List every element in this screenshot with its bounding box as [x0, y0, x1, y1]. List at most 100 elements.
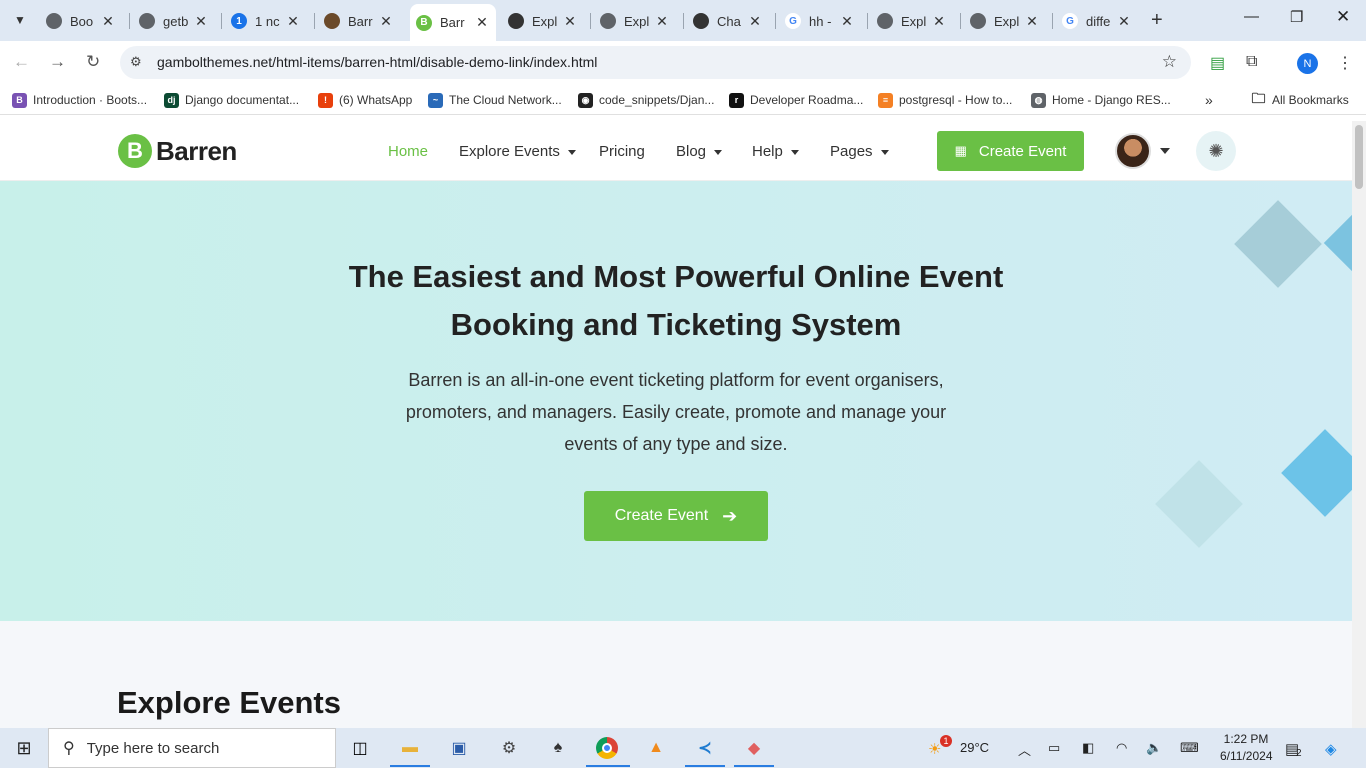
- settings-icon[interactable]: ⚙: [497, 736, 521, 760]
- menu-kebab-icon[interactable]: ⋮: [1337, 53, 1353, 73]
- nav-item-home[interactable]: Home: [388, 143, 428, 160]
- bookmark-star-icon[interactable]: ☆: [1162, 52, 1177, 72]
- tab[interactable]: Ghh - ✕: [779, 5, 861, 37]
- site-logo[interactable]: B Barren: [118, 134, 237, 168]
- weather-badge: 1: [940, 735, 952, 747]
- active-app-indicator: [685, 765, 725, 767]
- page-scrollbar[interactable]: [1352, 121, 1366, 728]
- nav-item-explore-events[interactable]: Explore Events: [459, 143, 576, 160]
- tab[interactable]: Expl ✕: [594, 5, 676, 37]
- tab[interactable]: Barr ✕: [318, 5, 400, 37]
- windows-start-icon[interactable]: ⊞: [12, 736, 36, 760]
- active-app-indicator: [734, 765, 774, 767]
- tab[interactable]: Gdiffe ✕: [1056, 5, 1138, 37]
- tab[interactable]: Boo ✕: [40, 5, 122, 37]
- close-tab-icon[interactable]: ✕: [839, 13, 855, 30]
- close-tab-icon[interactable]: ✕: [747, 13, 763, 30]
- logo-mark: B: [118, 134, 152, 168]
- close-tab-icon[interactable]: ✕: [562, 13, 578, 30]
- new-tab-button[interactable]: +: [1151, 9, 1163, 32]
- bookmark-item[interactable]: B Introduction · Boots...: [12, 91, 147, 109]
- minimize-button[interactable]: —: [1244, 8, 1259, 25]
- taskbar-search[interactable]: ⚲ Type here to search: [48, 728, 336, 768]
- back-button[interactable]: ←: [13, 52, 30, 72]
- reload-button[interactable]: ↻: [86, 52, 100, 72]
- battery-icon[interactable]: ▭: [1048, 740, 1060, 756]
- git-client-icon[interactable]: ◆: [742, 736, 766, 760]
- close-tab-icon[interactable]: ✕: [1116, 13, 1132, 30]
- all-bookmarks-button[interactable]: 🗀 All Bookmarks: [1251, 90, 1349, 109]
- scrollbar-thumb[interactable]: [1355, 125, 1363, 189]
- bookmarks-overflow-icon[interactable]: »: [1205, 91, 1213, 109]
- weather-temp[interactable]: 29°C: [960, 740, 989, 755]
- create-event-button[interactable]: ▦ Create Event: [937, 131, 1084, 171]
- tab-title: Barr: [348, 13, 373, 29]
- tab-title: 1 nc: [255, 13, 280, 29]
- bookmark-item[interactable]: ≡ postgresql - How to...: [878, 91, 1012, 109]
- tab-title: Expl: [532, 13, 558, 29]
- tab-title: Cha: [717, 13, 741, 29]
- close-window-button[interactable]: ✕: [1336, 7, 1350, 27]
- bookmark-item[interactable]: ◉ code_snippets/Djan...: [578, 91, 714, 109]
- keyboard-icon[interactable]: ⌨: [1180, 740, 1199, 756]
- bookmark-item[interactable]: ! (6) WhatsApp: [318, 91, 412, 109]
- address-bar[interactable]: ⚙ gambolthemes.net/html-items/barren-htm…: [120, 46, 1191, 79]
- url-text[interactable]: gambolthemes.net/html-items/barren-html/…: [157, 54, 597, 70]
- sheets-extension-icon[interactable]: ▤: [1210, 53, 1225, 73]
- extensions-icon[interactable]: ⧉: [1246, 53, 1257, 71]
- hero-create-event-button[interactable]: Create Event ➔: [584, 491, 768, 541]
- chevron-up-icon[interactable]: ︿: [1018, 740, 1031, 759]
- theme-toggle-button[interactable]: ✺: [1196, 131, 1236, 171]
- close-tab-icon[interactable]: ✕: [654, 13, 670, 30]
- task-view-icon[interactable]: ◫: [348, 736, 372, 760]
- tab[interactable]: B Barr ✕: [410, 4, 496, 41]
- close-tab-icon[interactable]: ✕: [474, 14, 490, 31]
- store-icon[interactable]: ▣: [447, 736, 471, 760]
- nav-item-blog[interactable]: Blog: [676, 143, 723, 160]
- restore-button[interactable]: ❐: [1290, 8, 1303, 26]
- site-info-icon[interactable]: ⚙: [130, 54, 142, 70]
- chrome-icon[interactable]: [595, 736, 619, 760]
- tab[interactable]: getb ✕: [133, 5, 215, 37]
- close-tab-icon[interactable]: ✕: [931, 13, 947, 30]
- forward-button[interactable]: →: [49, 52, 66, 72]
- tab-title: getb: [163, 13, 189, 29]
- close-tab-icon[interactable]: ✕: [378, 13, 394, 30]
- hero-description-line: Barren is an all-in-one event ticketing …: [408, 370, 944, 390]
- profile-avatar[interactable]: N: [1297, 53, 1318, 74]
- close-tab-icon[interactable]: ✕: [193, 13, 209, 30]
- bookmark-item[interactable]: ~ The Cloud Network...: [428, 91, 562, 109]
- bookmark-item[interactable]: r Developer Roadma...: [729, 91, 863, 109]
- tab[interactable]: Cha ✕: [687, 5, 769, 37]
- django-icon: dj: [164, 92, 179, 108]
- close-tab-icon[interactable]: ✕: [1024, 13, 1040, 30]
- meet-icon[interactable]: ◧: [1082, 740, 1094, 756]
- bookmark-item[interactable]: dj Django documentat...: [164, 91, 299, 109]
- tab-search-button[interactable]: ▼: [8, 8, 32, 32]
- solitaire-icon[interactable]: ♠: [546, 736, 570, 760]
- nav-label: Explore Events: [459, 143, 560, 160]
- globe-icon: [877, 13, 893, 29]
- close-tab-icon[interactable]: ✕: [100, 13, 116, 30]
- book-icon: [324, 13, 340, 29]
- tab[interactable]: Expl ✕: [502, 5, 584, 37]
- clock-time: 1:22 PM: [1223, 732, 1269, 746]
- vscode-icon[interactable]: ≺: [693, 736, 717, 760]
- user-avatar[interactable]: [1115, 133, 1151, 169]
- tab[interactable]: 1 1 nc ✕: [225, 5, 307, 37]
- volume-icon[interactable]: 🔈: [1146, 740, 1162, 756]
- vlc-icon[interactable]: ▲: [644, 736, 668, 760]
- tab[interactable]: Expl ✕: [964, 5, 1046, 37]
- user-menu-caret-icon[interactable]: [1160, 148, 1170, 154]
- nav-item-help[interactable]: Help: [752, 143, 799, 160]
- clock[interactable]: 1:22 PM 6/11/2024: [1220, 732, 1273, 763]
- bookmark-item[interactable]: ◍ Home - Django RES...: [1031, 91, 1171, 109]
- nav-item-pricing[interactable]: Pricing: [599, 143, 645, 160]
- nav-item-pages[interactable]: Pages: [830, 143, 889, 160]
- copilot-icon[interactable]: ◈: [1325, 740, 1337, 758]
- tab[interactable]: Expl ✕: [871, 5, 953, 37]
- close-tab-icon[interactable]: ✕: [285, 13, 301, 30]
- tab-separator: [1052, 13, 1053, 29]
- wifi-icon[interactable]: ◠: [1116, 740, 1127, 756]
- file-explorer-icon[interactable]: ▬: [398, 736, 422, 760]
